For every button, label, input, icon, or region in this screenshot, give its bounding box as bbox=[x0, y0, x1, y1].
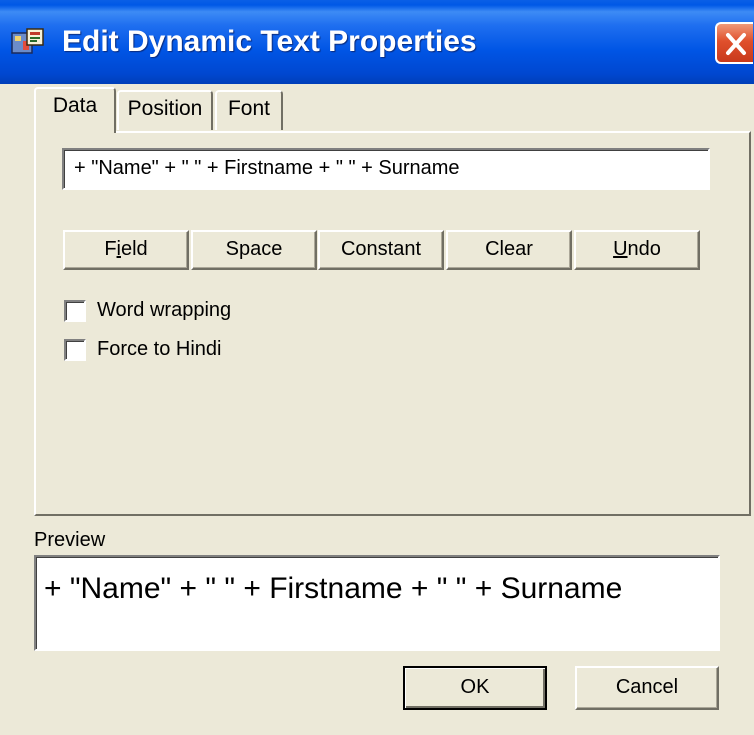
undo-button-accelerator: U bbox=[613, 238, 628, 260]
close-icon bbox=[726, 33, 746, 55]
space-button[interactable]: Space bbox=[191, 230, 317, 270]
undo-button[interactable]: Undo bbox=[574, 230, 700, 270]
preview-label: Preview bbox=[34, 529, 106, 551]
clear-button[interactable]: Clear bbox=[446, 230, 572, 270]
tab-font[interactable]: Font bbox=[215, 90, 283, 130]
dialog-window: Edit Dynamic Text Properties Data Positi… bbox=[0, 0, 754, 735]
word-wrapping-label[interactable]: Word wrapping bbox=[97, 297, 231, 323]
undo-button-label-end: ndo bbox=[627, 238, 661, 260]
title-bar[interactable]: Edit Dynamic Text Properties bbox=[0, 0, 754, 84]
force-to-hindi-checkbox[interactable] bbox=[64, 339, 86, 361]
cancel-button[interactable]: Cancel bbox=[575, 666, 719, 710]
tab-data[interactable]: Data bbox=[34, 87, 116, 133]
preview-box: + "Name" + " " + Firstname + " " + Surna… bbox=[34, 555, 720, 651]
close-button[interactable] bbox=[715, 22, 753, 64]
expression-field[interactable]: + "Name" + " " + Firstname + " " + Surna… bbox=[62, 148, 710, 190]
constant-button[interactable]: Constant bbox=[318, 230, 444, 270]
force-to-hindi-label[interactable]: Force to Hindi bbox=[97, 336, 222, 362]
app-icon bbox=[11, 27, 45, 57]
ok-button[interactable]: OK bbox=[403, 666, 547, 710]
tab-position[interactable]: Position bbox=[117, 90, 213, 130]
word-wrapping-checkbox[interactable] bbox=[64, 300, 86, 322]
field-button[interactable]: Field bbox=[63, 230, 189, 270]
field-button-label-end: eld bbox=[120, 238, 148, 260]
window-title: Edit Dynamic Text Properties bbox=[62, 25, 477, 58]
field-button-label-start: F bbox=[104, 238, 117, 260]
